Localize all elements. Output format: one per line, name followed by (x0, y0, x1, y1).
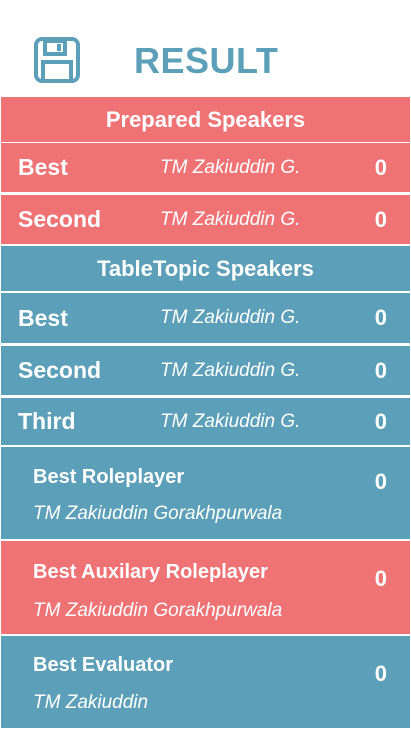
vote-count: 0 (374, 206, 387, 232)
row-label: Best (18, 154, 68, 180)
speaker-name: TM Zakiuddin G. (160, 359, 301, 381)
tabletopic-speakers-heading: TableTopic Speakers (1, 246, 410, 291)
vote-count: 0 (374, 305, 387, 330)
tabletopic-row-best[interactable]: Best TM Zakiuddin G. 0 (1, 293, 410, 343)
speaker-name: TM Zakiuddin G. (160, 208, 301, 230)
speaker-name: TM Zakiuddin G. (160, 156, 301, 178)
speaker-name: TM Zakiuddin G. (160, 307, 301, 328)
prepared-row-second[interactable]: Second TM Zakiuddin G. 0 (1, 195, 410, 244)
award-best-auxiliary-roleplayer[interactable]: Best Auxilary Roleplayer 0 TM Zakiuddin … (1, 541, 410, 634)
tabletopic-speakers-heading-label: TableTopic Speakers (97, 255, 314, 281)
vote-count: 0 (374, 154, 387, 180)
row-label: Second (18, 357, 102, 383)
row-label: Third (18, 408, 76, 434)
winner-name: TM Zakiuddin (33, 692, 149, 713)
winner-name: TM Zakiuddin Gorakhpurwala (33, 600, 283, 621)
row-label: Second (18, 206, 102, 232)
vote-count: 0 (374, 566, 387, 591)
tabletopic-row-second[interactable]: Second TM Zakiuddin G. 0 (1, 346, 410, 395)
prepared-speakers-heading-label: Prepared Speakers (105, 106, 306, 132)
winner-name: TM Zakiuddin Gorakhpurwala (33, 503, 283, 524)
award-best-roleplayer[interactable]: Best Roleplayer 0 TM Zakiuddin Gorakhpur… (1, 447, 410, 539)
save-icon[interactable] (34, 37, 80, 83)
page-title: RESULT (134, 40, 279, 81)
header: RESULT (0, 0, 411, 97)
vote-count: 0 (374, 661, 387, 686)
row-label: Best (18, 304, 68, 331)
vote-count: 0 (374, 357, 387, 383)
tabletopic-row-third[interactable]: Third TM Zakiuddin G. 0 (1, 398, 410, 445)
vote-count: 0 (374, 469, 387, 494)
prepared-row-best[interactable]: Best TM Zakiuddin G. 0 (1, 143, 410, 192)
vote-count: 0 (374, 408, 387, 434)
prepared-speakers-heading: Prepared Speakers (1, 97, 410, 142)
award-best-evaluator[interactable]: Best Evaluator 0 TM Zakiuddin (1, 636, 410, 728)
award-label: Best Evaluator (33, 654, 174, 676)
award-label: Best Auxilary Roleplayer (33, 561, 268, 583)
award-label: Best Roleplayer (33, 466, 185, 488)
speaker-name: TM Zakiuddin G. (160, 410, 301, 432)
